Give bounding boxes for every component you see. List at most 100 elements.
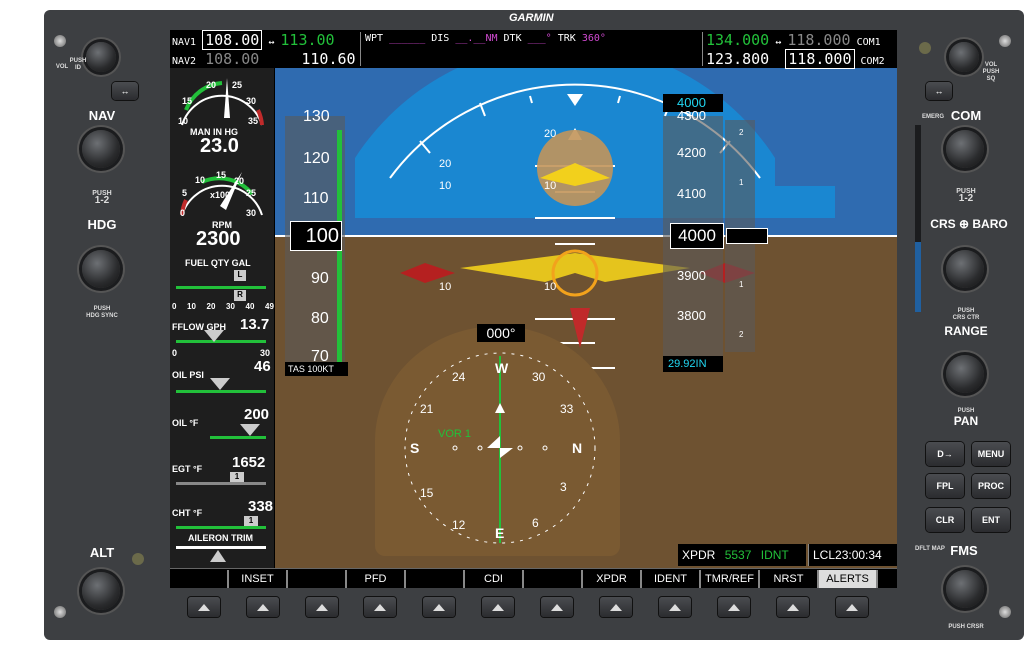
airspeed-tick: 80: [311, 310, 329, 327]
softkey-1[interactable]: [188, 597, 220, 617]
fms-knob[interactable]: [946, 570, 984, 608]
hsi-label-6: 6: [532, 516, 539, 530]
softkey-label-7[interactable]: [524, 570, 583, 588]
com1-active[interactable]: 134.000: [706, 31, 769, 49]
aileron-trim-pointer: [210, 550, 226, 562]
cht-label: CHT °F: [172, 508, 203, 518]
softkey-6[interactable]: [482, 597, 514, 617]
rpm-tick: 20: [234, 176, 245, 186]
hdg-knob[interactable]: [82, 250, 120, 288]
trk-value: 360°: [581, 33, 606, 44]
tas-label: TAS: [288, 364, 305, 374]
softkey-7[interactable]: [541, 597, 573, 617]
vsi-tick: 2: [739, 330, 744, 339]
menu-button[interactable]: MENU: [972, 442, 1010, 466]
egt-bar: [176, 482, 266, 485]
com1-standby[interactable]: 118.000: [787, 31, 850, 49]
nav-push12-label: PUSH 1-2: [92, 190, 112, 206]
ent-button[interactable]: ENT: [972, 508, 1010, 532]
nav2-active[interactable]: 108.00: [205, 50, 259, 68]
pitch-label: 10: [544, 281, 557, 293]
alt-tick: 4200: [677, 145, 706, 160]
cht-pointer: 1: [244, 516, 258, 526]
clr-button[interactable]: CLR: [926, 508, 964, 532]
com-vol-label: VOL PUSH SQ: [982, 62, 1000, 82]
nav2-standby[interactable]: 110.60: [301, 50, 355, 68]
softkey-8[interactable]: [600, 597, 632, 617]
alt-knob[interactable]: [82, 572, 120, 610]
pfd-screen: 20 20 10 10 10 10 NAV1 108.00 ↔ 113.00 N…: [170, 30, 897, 588]
engine-strip: 10 15 20 25 30 35 MAN IN HG 23.0 0 5 10 …: [170, 68, 274, 570]
softkey-label-pfd[interactable]: PFD: [347, 570, 406, 588]
baro-setting[interactable]: 29.92IN: [663, 356, 723, 372]
com-swap-button[interactable]: ↔: [926, 82, 952, 100]
dtk-value: ___°: [527, 33, 552, 44]
nav-knob[interactable]: [82, 130, 120, 168]
softkey-9[interactable]: [659, 597, 691, 617]
nav1-label: NAV1: [172, 37, 197, 48]
nav-volume-knob[interactable]: [86, 42, 116, 72]
softkey-label-5[interactable]: [406, 570, 465, 588]
softkey-4[interactable]: [364, 597, 396, 617]
com-knob[interactable]: [946, 130, 984, 168]
xpdr-status: XPDR 5537 IDNT: [678, 544, 806, 566]
com-radio-block: 134.000 ↔ 118.000 COM1 123.800 118.000 C…: [706, 32, 885, 70]
range-label: RANGE: [944, 324, 988, 338]
com-volume-knob[interactable]: [949, 42, 979, 72]
altitude-readout: 4000: [670, 223, 724, 249]
rpm-tick: 30: [246, 208, 257, 218]
alt-tick: 3800: [677, 308, 706, 323]
dis-value: __.__NM: [455, 33, 498, 44]
man-tick: 30: [246, 96, 257, 106]
cdi-source-label: VOR 1: [438, 428, 472, 440]
airspeed-readout: 100: [290, 221, 342, 251]
crs-baro-knob[interactable]: [946, 250, 984, 288]
vsi-tick: 1: [739, 280, 744, 289]
softkey-11[interactable]: [777, 597, 809, 617]
oil-temp-label: OIL °F: [172, 418, 199, 428]
airspeed-tick: 130: [303, 108, 330, 125]
softkey-label-xpdr[interactable]: XPDR: [583, 570, 642, 588]
proc-button[interactable]: PROC: [972, 474, 1010, 498]
softkey-label-alerts[interactable]: ALERTS: [819, 570, 878, 588]
softkey-5[interactable]: [423, 597, 455, 617]
softkey-10[interactable]: [718, 597, 750, 617]
softkey-label-nrst[interactable]: NRST: [760, 570, 819, 588]
fpl-button[interactable]: FPL: [926, 474, 964, 498]
hdg-sync-label: PUSH HDG SYNC: [86, 306, 118, 319]
rpm-multiplier: x100: [210, 190, 231, 200]
com2-label: COM2: [860, 56, 885, 67]
com2-active[interactable]: 123.800: [706, 50, 769, 68]
softkey-label-cdi[interactable]: CDI: [465, 570, 524, 588]
nav-info-block: WPT ______ DIS __.__NM DTK ___° TRK 360°: [365, 33, 606, 44]
softkey-label-3[interactable]: [288, 570, 347, 588]
com1-label: COM1: [856, 37, 881, 48]
nav1-standby[interactable]: 113.00: [280, 31, 334, 49]
hdg-label: HDG: [87, 217, 117, 232]
range-knob[interactable]: [946, 355, 984, 393]
crs-ctr-label: PUSH CRS CTR: [952, 308, 980, 321]
pitch-label: 10: [544, 180, 557, 192]
softkey-label-ident[interactable]: IDENT: [642, 570, 701, 588]
nav-swap-button[interactable]: ↔: [112, 82, 138, 100]
com-label: COM: [950, 108, 982, 123]
softkey-label-1[interactable]: [170, 570, 229, 588]
egt-pointer: 1: [230, 472, 244, 482]
man-tick: 20: [206, 80, 217, 90]
rpm-tick: 5: [182, 188, 188, 198]
trk-label: TRK: [557, 33, 576, 44]
softkey-12[interactable]: [836, 597, 868, 617]
softkey-label-tmr-ref[interactable]: TMR/REF: [701, 570, 760, 588]
screw-icon: [54, 606, 66, 618]
hsi-label-w: W: [495, 360, 509, 376]
screw-icon: [999, 606, 1011, 618]
cht-bar: [176, 526, 266, 529]
softkey-2[interactable]: [247, 597, 279, 617]
hsi-label-21: 21: [420, 402, 434, 416]
com2-standby[interactable]: 118.000: [785, 49, 855, 69]
direct-to-button[interactable]: D→: [926, 442, 964, 466]
softkey-3[interactable]: [306, 597, 338, 617]
nav1-active[interactable]: 108.00: [202, 30, 263, 50]
man-tick: 35: [248, 116, 259, 126]
softkey-label-inset[interactable]: INSET: [229, 570, 288, 588]
